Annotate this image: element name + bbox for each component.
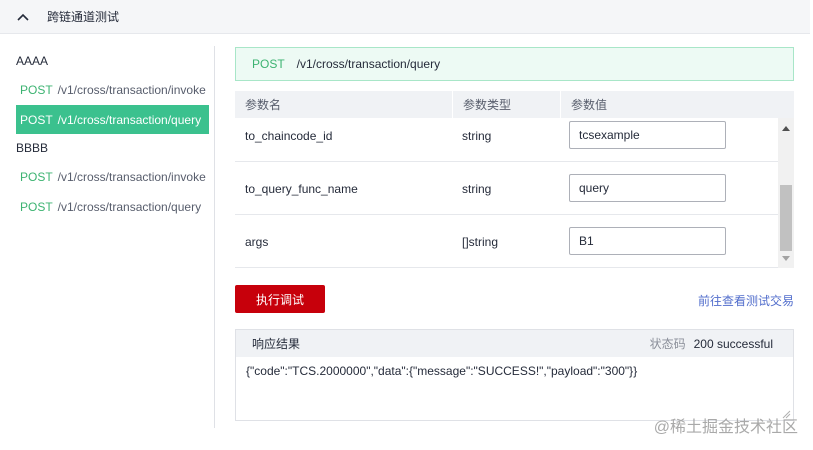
api-path: /v1/cross/transaction/query <box>57 199 202 214</box>
api-path: /v1/cross/transaction/invoke <box>57 82 206 97</box>
api-item-aaaa-query[interactable]: POST /v1/cross/transaction/query <box>16 105 209 134</box>
param-value-input[interactable] <box>569 227 726 255</box>
api-method: POST <box>20 199 53 214</box>
param-value-input[interactable] <box>569 174 726 202</box>
api-item-aaaa-invoke[interactable]: POST /v1/cross/transaction/invoke <box>16 75 209 104</box>
param-row: to_query_func_name string <box>235 162 778 215</box>
status-code-value: 200 successful <box>693 336 773 351</box>
group-label-bbbb: BBBB <box>16 141 49 155</box>
section-header[interactable]: 跨链通道测试 <box>0 0 810 34</box>
response-body: {"code":"TCS.2000000","data":{"message":… <box>246 364 638 378</box>
param-type: string <box>462 128 492 143</box>
status-code: 状态码 200 successful <box>650 330 773 357</box>
col-param-value: 参数值 <box>560 91 794 118</box>
scroll-down-arrow-icon[interactable] <box>778 250 794 266</box>
response-title: 响应结果 <box>252 337 301 351</box>
endpoint-method: POST <box>252 57 285 71</box>
api-item-bbbb-invoke[interactable]: POST /v1/cross/transaction/invoke <box>16 162 209 191</box>
response-header: 响应结果 状态码 200 successful <box>236 330 793 357</box>
chevron-up-icon[interactable] <box>16 10 30 24</box>
watermark: @稀土掘金技术社区 <box>653 419 798 436</box>
params-table-header: 参数名 参数类型 参数值 <box>235 91 794 118</box>
run-debug-button[interactable]: 执行调试 <box>235 285 325 313</box>
param-name: to_query_func_name <box>245 181 358 196</box>
endpoint-path: /v1/cross/transaction/query <box>296 57 441 71</box>
param-type: []string <box>462 234 499 249</box>
scrollbar-thumb[interactable] <box>780 185 792 251</box>
group-label-aaaa: AAAA <box>16 54 49 68</box>
params-scrollbar[interactable] <box>778 118 794 268</box>
status-code-label: 状态码 <box>649 337 686 351</box>
param-type: string <box>462 181 492 196</box>
view-test-transactions-link[interactable]: 前往查看测试交易 <box>698 292 794 309</box>
param-row: args []string <box>235 215 778 267</box>
api-path: /v1/cross/transaction/query <box>57 112 202 127</box>
col-param-name: 参数名 <box>245 98 282 112</box>
param-name: args <box>245 234 269 249</box>
param-value-input[interactable] <box>569 121 726 149</box>
response-panel: 响应结果 状态码 200 successful {"code":"TCS.200… <box>235 329 794 421</box>
section-title: 跨链通道测试 <box>47 10 120 24</box>
params-table-body: to_chaincode_id string to_query_func_nam… <box>235 118 794 268</box>
api-method: POST <box>20 82 53 97</box>
param-name: to_chaincode_id <box>245 128 333 143</box>
api-path: /v1/cross/transaction/invoke <box>57 169 206 184</box>
api-item-bbbb-query[interactable]: POST /v1/cross/transaction/query <box>16 192 209 221</box>
api-sidebar: AAAA POST /v1/cross/transaction/invoke P… <box>0 46 215 428</box>
api-method: POST <box>20 112 53 127</box>
col-param-type: 参数类型 <box>452 91 560 118</box>
scroll-up-arrow-icon[interactable] <box>778 120 794 136</box>
api-method: POST <box>20 169 53 184</box>
endpoint-bar: POST /v1/cross/transaction/query <box>235 47 794 81</box>
param-row: to_chaincode_id string <box>235 118 778 162</box>
